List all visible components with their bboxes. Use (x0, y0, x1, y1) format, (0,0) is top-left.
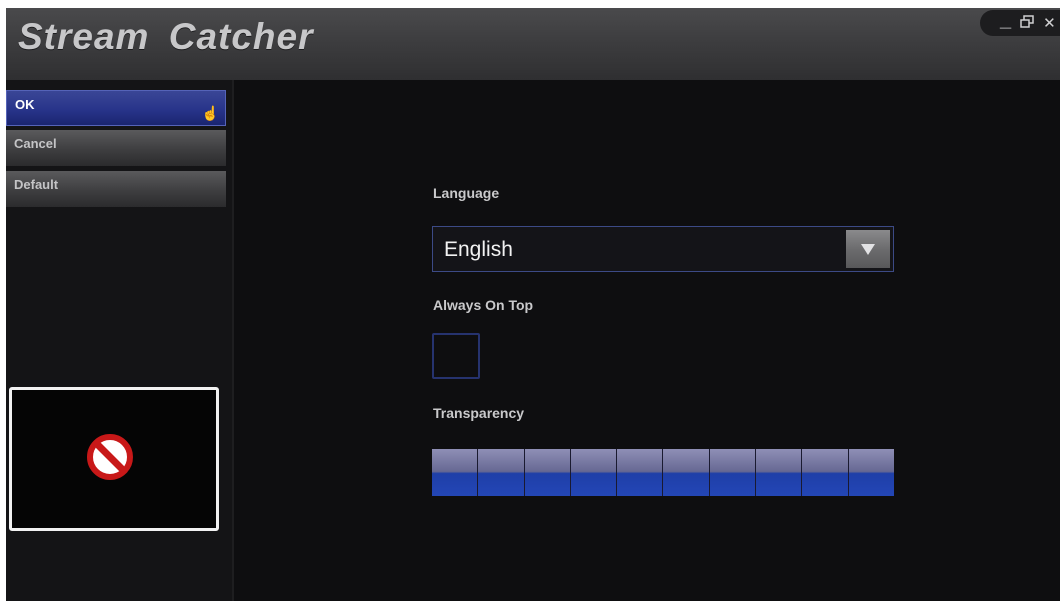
transparency-segment[interactable] (848, 449, 894, 496)
minimize-icon[interactable]: _ (1000, 10, 1011, 30)
ok-button-label: OK (15, 97, 35, 112)
transparency-segment[interactable] (617, 449, 664, 496)
restore-icon[interactable] (1020, 15, 1034, 31)
default-button-label: Default (14, 177, 59, 192)
stream-preview (9, 387, 219, 531)
transparency-segment[interactable] (478, 449, 525, 496)
language-label: Language (433, 185, 500, 201)
transparency-segment[interactable] (570, 449, 618, 496)
transparency-segment[interactable] (663, 449, 710, 496)
sidebar: OK ☝ Cancel Default (6, 80, 234, 601)
language-value: English (444, 238, 513, 261)
app-title: Stream Catcher (18, 16, 314, 57)
always-on-top-checkbox[interactable] (432, 333, 480, 379)
app-window: Stream Catcher _ ✕ OK ☝ Cancel Default L… (6, 8, 1060, 601)
cancel-button[interactable]: Cancel (6, 130, 226, 166)
transparency-segment[interactable] (524, 449, 571, 496)
transparency-segment[interactable] (756, 449, 803, 496)
no-entry-icon (87, 434, 133, 480)
default-button[interactable]: Default (6, 171, 226, 207)
always-on-top-label: Always On Top (433, 297, 534, 313)
cancel-button-label: Cancel (14, 136, 57, 151)
transparency-segment[interactable] (802, 449, 849, 496)
transparency-label: Transparency (433, 405, 525, 421)
ok-button[interactable]: OK ☝ (6, 90, 226, 126)
language-select[interactable]: English (432, 226, 894, 272)
title-bar[interactable]: Stream Catcher _ ✕ (6, 8, 1060, 80)
settings-panel: Language English Always On Top Transpare… (234, 80, 1060, 601)
close-icon[interactable]: ✕ (1043, 16, 1056, 31)
window-controls: _ ✕ (980, 10, 1060, 36)
transparency-segment[interactable] (432, 449, 479, 496)
hand-cursor-icon: ☝ (201, 105, 219, 121)
transparency-segment[interactable] (709, 449, 757, 496)
transparency-slider[interactable] (432, 449, 894, 496)
dropdown-arrow-icon[interactable] (846, 230, 890, 268)
